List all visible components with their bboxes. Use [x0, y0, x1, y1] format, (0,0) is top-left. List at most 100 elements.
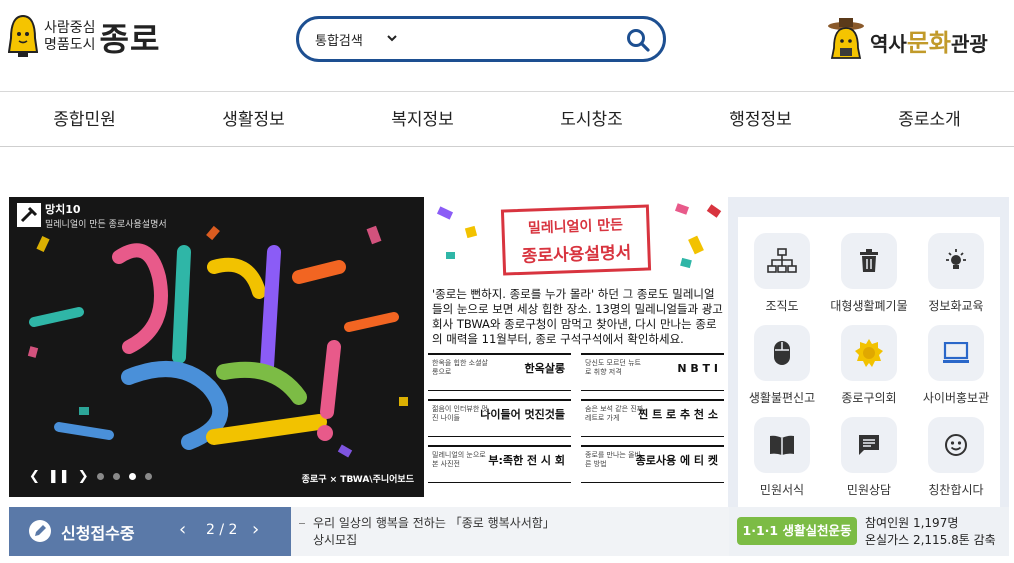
promo-panel[interactable]: 밀레니얼이 만든 종로사용설명서 '종로는 뻔하지. 종로를 누가 몰라' 하던…: [426, 197, 728, 497]
promo-cell-title: 찐 트 로 추 천 소: [638, 408, 718, 421]
notice-line2: 상시모집: [313, 533, 358, 547]
quick-item-cyber-pr[interactable]: 사이버홍보관: [914, 325, 998, 406]
banner-brand: 종로구 × TBWA\주니어보드: [301, 475, 414, 485]
promo-title-line1: 밀레니얼이 만든: [527, 217, 624, 237]
promo-cell[interactable]: 당신도 모르던 뉴트로 취향 저격 N B T I: [581, 353, 724, 391]
logo-slogan: 사람중심 명품도시: [44, 20, 96, 54]
slide-dot[interactable]: [96, 473, 104, 480]
culture-title: 역사문화관광: [870, 23, 988, 58]
notice-bullet: [299, 523, 305, 524]
bell-mascot-icon: [8, 14, 38, 57]
culture-title-prefix: 역사: [870, 31, 907, 56]
notice-line1: 우리 일상의 행복을 전하는 「종로 행복사서함」: [313, 516, 555, 530]
chat-icon: [859, 435, 879, 455]
quick-menu: 조직도 대형생활폐기물 정보화교육 생활불편신고 종로구의회 사이버홍보관 민원…: [728, 197, 1009, 507]
next-slide-icon[interactable]: ❯: [78, 469, 89, 484]
slide-dot[interactable]: [112, 473, 120, 480]
next-page-icon[interactable]: ›: [252, 519, 259, 540]
promo-description: '종로는 뻔하지. 종로를 누가 몰라' 하던 그 종로도 밀레니얼들의 눈으로…: [432, 287, 723, 346]
nav-item-admin-info[interactable]: 행정정보: [676, 93, 845, 146]
promo-cell[interactable]: 한옥을 힙한 소셜살롱으로 한옥살롱: [428, 353, 571, 391]
quick-menu-panel: 조직도 대형생활폐기물 정보화교육 생활불편신고 종로구의회 사이버홍보관 민원…: [738, 217, 1000, 507]
prev-page-icon[interactable]: ‹: [179, 519, 186, 540]
status-label: 신청접수중: [61, 524, 135, 543]
banner-tag: 망치10: [45, 203, 81, 216]
pause-icon[interactable]: ❚❚: [48, 469, 70, 484]
culture-title-suffix: 관광: [950, 31, 988, 56]
promo-cell-title: 나이들어 멋진것들: [480, 408, 565, 421]
nav-item-living-info[interactable]: 생활정보: [169, 93, 338, 146]
campaign-button[interactable]: 1·1·1 생활실천운동: [737, 517, 857, 545]
nav-item-civil-service[interactable]: 종합민원: [0, 93, 169, 146]
trash-icon: [860, 249, 878, 272]
site-header: 사람중심 명품도시 종로 통합검색 역사문화관광: [0, 0, 1014, 92]
chevron-down-icon[interactable]: [385, 31, 399, 45]
page-indicator: 2 / 2: [206, 522, 238, 538]
quick-item-label: 민원서식: [759, 483, 805, 497]
prev-slide-icon[interactable]: ❮: [29, 469, 40, 484]
quick-item-civil-forms[interactable]: 민원서식: [740, 417, 824, 498]
notice-item[interactable]: 우리 일상의 행복을 전하는 「종로 행복사서함」 상시모집: [291, 507, 729, 556]
hammer-badge-icon: [17, 203, 41, 227]
quick-item-district-council[interactable]: 종로구의회: [827, 325, 911, 406]
promo-title-box: 밀레니얼이 만든 종로사용설명서: [500, 204, 652, 276]
promo-cell-caption: 당신도 모르던 뉴트로 취향 저격: [585, 359, 641, 376]
quick-item-label: 사이버홍보관: [922, 391, 990, 405]
nav-item-about-jongno[interactable]: 종로소개: [845, 93, 1014, 146]
quick-item-label: 대형생활폐기물: [830, 299, 908, 313]
smile-icon: [945, 434, 967, 456]
search-input[interactable]: [409, 25, 614, 53]
quick-item-label: 민원상담: [846, 483, 892, 497]
promo-cell[interactable]: 숨은 보석 같은 진짜 레트로 가게 찐 트 로 추 천 소: [581, 399, 724, 437]
promo-cell-title: 종로사용 에 티 켓: [635, 454, 718, 467]
main-banner-slide[interactable]: 망치10 밀레니얼이 만든 종로사용설명서 ❮ ❚❚ ❯ 종로구 × TBWA\…: [9, 197, 424, 497]
quick-item-org-chart[interactable]: 조직도: [740, 233, 824, 314]
banner-artwork: [9, 197, 424, 497]
logo-slogan-line1: 사람중심: [44, 20, 96, 36]
quick-item-it-education[interactable]: 정보화교육: [914, 233, 998, 314]
promo-cell-title: 한옥살롱: [524, 362, 565, 375]
quick-item-praise[interactable]: 칭찬합시다: [914, 417, 998, 498]
culture-tourism-link[interactable]: 역사문화관광: [826, 16, 988, 64]
main-nav: 종합민원 생활정보 복지정보 도시창조 행정정보 종로소개: [0, 93, 1014, 147]
promo-cell-caption: 숨은 보석 같은 진짜 레트로 가게: [585, 405, 644, 422]
promo-cell-title: N B T I: [677, 362, 718, 375]
jongno-logo[interactable]: 사람중심 명품도시 종로: [8, 14, 160, 60]
slide-dot-active[interactable]: [128, 473, 136, 480]
slide-dot[interactable]: [144, 473, 152, 480]
campaign-box: 1·1·1 생활실천운동 참여인원 1,197명 온실가스 2,115.8톤 감…: [729, 507, 1009, 556]
banner-caption: 밀레니얼이 만든 종로사용설명서: [45, 220, 167, 230]
mouse-icon: [774, 341, 790, 365]
monitor-icon: [943, 342, 969, 363]
search-icon[interactable]: [625, 27, 651, 53]
logo-text: 종로: [99, 20, 161, 58]
nav-item-city-creation[interactable]: 도시창조: [507, 93, 676, 146]
campaign-reduction: 온실가스 2,115.8톤 감축: [865, 533, 996, 547]
org-chart-icon: [767, 248, 797, 273]
banner-controls: ❮ ❚❚ ❯: [29, 469, 161, 484]
search-bar: 통합검색: [296, 16, 666, 62]
campaign-stats: 참여인원 1,197명 온실가스 2,115.8톤 감축: [865, 515, 996, 549]
quick-item-complaint-report[interactable]: 생활불편신고: [740, 325, 824, 406]
promo-cell-caption: 밀레니얼의 눈으로 본 사진전: [432, 451, 486, 468]
culture-title-highlight: 문화: [906, 28, 951, 57]
lightbulb-icon: [946, 249, 966, 269]
nav-item-welfare-info[interactable]: 복지정보: [338, 93, 507, 146]
quick-item-label: 조직도: [765, 299, 799, 313]
promo-cell[interactable]: 종로를 만나는 올바른 방법 종로사용 에 티 켓: [581, 445, 724, 483]
search-category-select[interactable]: 통합검색: [315, 30, 363, 49]
quick-item-label: 정보화교육: [928, 299, 984, 313]
quick-item-bulky-waste[interactable]: 대형생활폐기물: [827, 233, 911, 314]
scholar-mascot-icon: [828, 18, 864, 59]
promo-cell[interactable]: 밀레니얼의 눈으로 본 사진전 부:족한 전 시 회: [428, 445, 571, 483]
book-icon: [770, 435, 794, 455]
quick-item-civil-consult[interactable]: 민원상담: [827, 417, 911, 498]
quick-item-label: 생활불편신고: [748, 391, 816, 405]
council-emblem-icon: [855, 339, 883, 367]
quick-item-label: 종로구의회: [841, 391, 897, 405]
notice-text: 우리 일상의 행복을 전하는 「종로 행복사서함」 상시모집: [313, 515, 723, 549]
application-status-bar: 신청접수중 ‹ 2 / 2 ›: [9, 507, 291, 556]
promo-cell[interactable]: 젊음이 인터뷰한 멋진 나이들 나이들어 멋진것들: [428, 399, 571, 437]
promo-cell-caption: 한옥을 힙한 소셜살롱으로: [432, 359, 488, 376]
promo-title-line2: 종로사용설명서: [521, 243, 632, 267]
